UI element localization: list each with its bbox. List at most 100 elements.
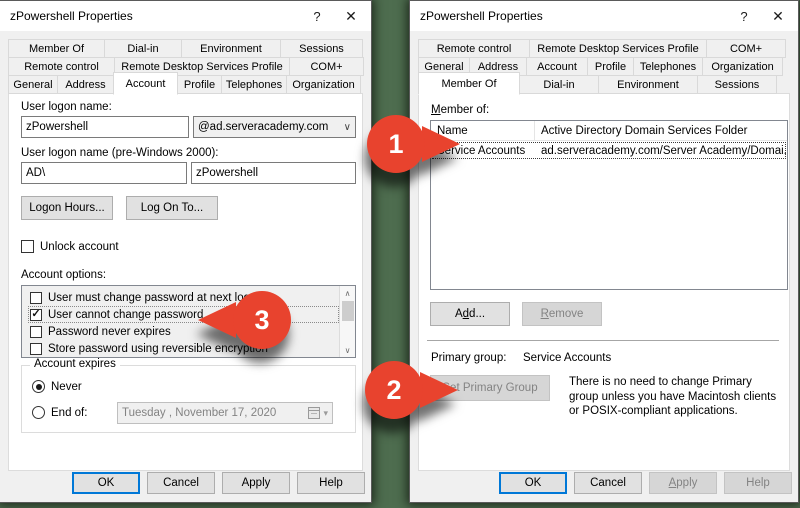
remove-button[interactable]: Remove <box>522 302 602 326</box>
pre2000-name-input[interactable]: zPowershell <box>191 162 356 184</box>
dialog-footer: OK Cancel Apply Help <box>499 472 792 494</box>
end-of-label: End of: <box>51 407 87 419</box>
tab-com-plus[interactable]: COM+ <box>289 57 364 76</box>
tab-environment[interactable]: Environment <box>598 75 698 94</box>
tab-member-of-active[interactable]: Member Of <box>418 72 520 95</box>
member-of-list: Name Active Directory Domain Services Fo… <box>430 120 788 290</box>
end-of-date-value: Tuesday , November 17, 2020 <box>122 407 276 419</box>
scroll-down-icon[interactable]: ∨ <box>340 343 355 357</box>
callout-marker-3: 3 <box>196 287 292 353</box>
tab-row-3: Member Of Dial-in Environment Sessions <box>418 75 777 95</box>
account-tab-page: User logon name: zPowershell @ad.servera… <box>8 93 363 471</box>
scroll-up-icon[interactable]: ∧ <box>340 286 355 300</box>
tab-member-of[interactable]: Member Of <box>8 39 105 58</box>
tab-telephones[interactable]: Telephones <box>633 57 703 76</box>
tab-remote-control[interactable]: Remote control <box>8 57 115 76</box>
tab-account-active[interactable]: Account <box>113 72 178 95</box>
end-of-date-picker[interactable]: Tuesday , November 17, 2020 ▾ <box>117 402 333 424</box>
cell-folder: ad.serveracademy.com/Server Academy/Doma… <box>535 141 787 160</box>
list-row-service-accounts[interactable]: Service Accounts ad.serveracademy.com/Se… <box>431 141 787 160</box>
callout-marker-2: 2 <box>364 357 460 423</box>
unlock-account-checkbox[interactable]: Unlock account <box>21 240 119 253</box>
tab-row-1: Remote control Remote Desktop Services P… <box>418 39 786 58</box>
cancel-button[interactable]: Cancel <box>574 472 642 494</box>
close-icon[interactable]: ✕ <box>762 1 794 31</box>
tab-telephones[interactable]: Telephones <box>221 75 287 94</box>
list-header[interactable]: Name Active Directory Domain Services Fo… <box>431 121 787 141</box>
properties-dialog-account: zPowershell Properties ? ✕ Member Of Dia… <box>0 0 372 503</box>
log-on-to-button[interactable]: Log On To... <box>126 196 218 220</box>
apply-button[interactable]: Apply <box>222 472 290 494</box>
checkbox-icon <box>21 240 34 253</box>
domain-suffix-dropdown[interactable]: @ad.serveracademy.com ∨ <box>193 116 356 138</box>
apply-button[interactable]: Apply <box>649 472 717 494</box>
user-logon-name-label: User logon name: <box>21 101 112 113</box>
logon-hours-button[interactable]: Logon Hours... <box>21 196 113 220</box>
ok-button[interactable]: OK <box>499 472 567 494</box>
option-cannot-change-password[interactable]: User cannot change password <box>28 306 339 323</box>
tab-dial-in[interactable]: Dial-in <box>104 39 182 58</box>
window-title: zPowershell Properties <box>420 9 543 23</box>
callout-marker-1: 1 <box>366 111 462 177</box>
dialog-footer: OK Cancel Apply Help <box>72 472 365 494</box>
title-bar[interactable]: zPowershell Properties ? ✕ <box>410 1 798 31</box>
tab-environment[interactable]: Environment <box>181 39 281 58</box>
member-of-tab-page: Member of: Name Active Directory Domain … <box>418 93 790 471</box>
tab-profile[interactable]: Profile <box>177 75 222 94</box>
tab-row-3: General Address Account Profile Telephon… <box>8 75 361 95</box>
end-of-radio[interactable]: End of: <box>32 406 87 419</box>
column-header-folder[interactable]: Active Directory Domain Services Folder <box>535 121 787 140</box>
tab-account[interactable]: Account <box>526 57 588 76</box>
option-password-never-expires[interactable]: Password never expires <box>28 323 339 340</box>
never-radio[interactable]: Never <box>32 380 82 393</box>
user-logon-name-input[interactable]: zPowershell <box>21 116 189 138</box>
account-options-label: Account options: <box>21 269 106 281</box>
tab-dial-in[interactable]: Dial-in <box>519 75 599 94</box>
add-button[interactable]: Add... <box>430 302 510 326</box>
never-label: Never <box>51 381 82 393</box>
chevron-down-icon: ▾ <box>323 408 328 419</box>
help-icon[interactable]: ? <box>301 1 333 31</box>
tab-sessions[interactable]: Sessions <box>280 39 363 58</box>
tab-remote-control[interactable]: Remote control <box>418 39 530 58</box>
ok-button[interactable]: OK <box>72 472 140 494</box>
account-expires-group: Account expires Never End of: Tuesday , … <box>21 365 356 433</box>
calendar-icon <box>308 407 320 419</box>
domain-suffix-value: @ad.serveracademy.com <box>198 121 328 133</box>
properties-dialog-member-of: zPowershell Properties ? ✕ Remote contro… <box>409 0 799 503</box>
checkbox-icon <box>30 343 42 355</box>
tab-organization[interactable]: Organization <box>286 75 361 94</box>
pre2000-label: User logon name (pre-Windows 2000): <box>21 147 219 159</box>
cancel-button[interactable]: Cancel <box>147 472 215 494</box>
checkbox-checked-icon <box>30 309 42 321</box>
tab-com-plus[interactable]: COM+ <box>706 39 786 58</box>
help-button[interactable]: Help <box>724 472 792 494</box>
tab-profile[interactable]: Profile <box>587 57 634 76</box>
radio-selected-icon <box>32 380 45 393</box>
tab-sessions[interactable]: Sessions <box>697 75 777 94</box>
callout-number: 2 <box>386 375 401 405</box>
tab-address[interactable]: Address <box>57 75 114 94</box>
tab-rds-profile[interactable]: Remote Desktop Services Profile <box>529 39 707 58</box>
close-icon[interactable]: ✕ <box>335 1 367 31</box>
checkbox-icon <box>30 326 42 338</box>
option-must-change-password[interactable]: User must change password at next logon <box>28 289 339 306</box>
unlock-account-label: Unlock account <box>40 241 119 253</box>
callout-number: 1 <box>388 129 403 159</box>
help-button[interactable]: Help <box>297 472 365 494</box>
tab-general[interactable]: General <box>8 75 58 94</box>
callout-number: 3 <box>254 305 269 335</box>
account-expires-legend: Account expires <box>30 358 120 370</box>
separator-line <box>427 340 779 341</box>
help-icon[interactable]: ? <box>728 1 760 31</box>
option-reversible-encryption[interactable]: Store password using reversible encrypti… <box>28 340 339 357</box>
options-scrollbar[interactable]: ∧ ∨ <box>339 286 355 357</box>
tab-organization[interactable]: Organization <box>702 57 783 76</box>
title-bar[interactable]: zPowershell Properties ? ✕ <box>0 1 371 31</box>
tab-row-1: Member Of Dial-in Environment Sessions <box>8 39 363 58</box>
primary-group-note: There is no need to change Primary group… <box>569 375 781 419</box>
tab-row-2: Remote control Remote Desktop Services P… <box>8 57 364 76</box>
scrollbar-thumb[interactable] <box>342 301 354 321</box>
checkbox-icon <box>30 292 42 304</box>
pre2000-domain-input[interactable]: AD\ <box>21 162 187 184</box>
